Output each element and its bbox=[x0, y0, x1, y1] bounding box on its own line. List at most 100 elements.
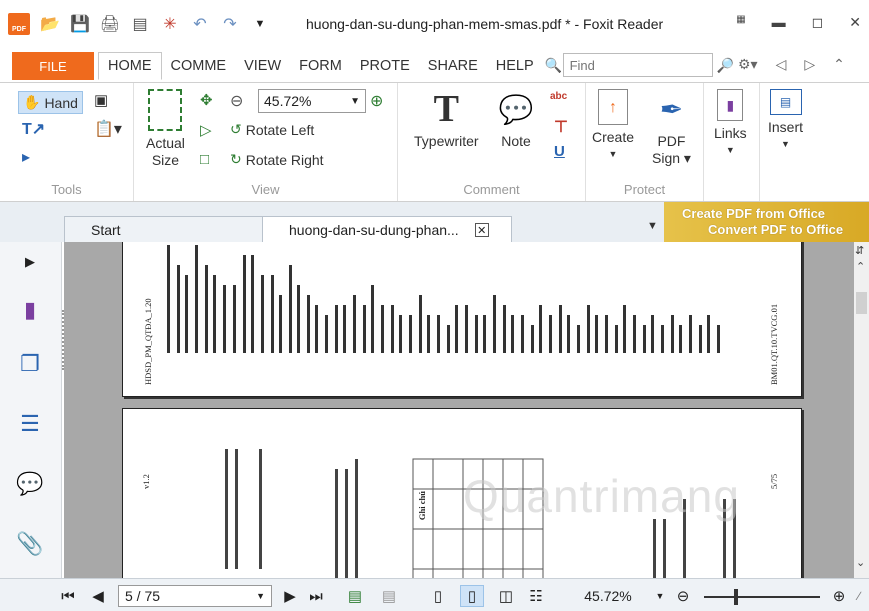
print-icon[interactable]: 🖨 bbox=[100, 14, 120, 34]
spellcheck-button[interactable]: abc bbox=[550, 91, 567, 102]
insert-button[interactable]: ▤ Insert ▼ bbox=[768, 89, 803, 153]
status-zoom-value[interactable]: 45.72% bbox=[580, 585, 636, 607]
fit-visible-button[interactable]: □ bbox=[200, 151, 209, 168]
next-view-icon[interactable]: ▤ bbox=[378, 585, 400, 607]
zoom-slider-track[interactable] bbox=[704, 596, 820, 598]
close-icon[interactable]: ✕ bbox=[849, 14, 861, 31]
fit-page-button[interactable]: ✥ bbox=[200, 91, 213, 109]
fit-width-icon: ▷ bbox=[200, 122, 212, 139]
scroll-up-icon[interactable]: ⌃ bbox=[856, 260, 865, 273]
create-button[interactable]: ↑ Create ▼ bbox=[592, 89, 634, 163]
typewriter-label: Typewriter bbox=[414, 133, 479, 149]
zoom-menu-icon[interactable]: ▼ bbox=[654, 585, 666, 607]
underline-button[interactable]: U bbox=[554, 143, 565, 160]
layers-icon[interactable]: ☰ bbox=[14, 408, 46, 440]
zoom-select[interactable]: 45.72% ▼ bbox=[258, 89, 366, 113]
tab-list-dropdown-icon[interactable]: ▼ bbox=[647, 220, 658, 232]
rotate-left-button[interactable]: ↺ Rotate Left bbox=[230, 121, 314, 138]
rotate-right-button[interactable]: ↻ Rotate Right bbox=[230, 151, 324, 168]
settings-gear-icon[interactable]: ⚙▾ bbox=[738, 56, 758, 73]
tab-comment[interactable]: COMME bbox=[162, 52, 236, 80]
comment-group-label: Comment bbox=[463, 182, 520, 197]
spellcheck-icon: abc bbox=[550, 91, 568, 102]
scrollbar-thumb[interactable] bbox=[856, 292, 867, 314]
page-number-field[interactable]: 5 / 75 ▼ bbox=[118, 585, 272, 607]
strikeout-button[interactable]: ⊤ bbox=[554, 117, 568, 137]
collapse-ribbon-icon[interactable]: ⌃ bbox=[833, 56, 845, 73]
minimize-icon[interactable]: ▬ bbox=[772, 14, 786, 31]
attachments-icon[interactable]: 📎 bbox=[14, 528, 46, 560]
layout-icon[interactable]: ▦ bbox=[736, 14, 745, 31]
note-icon: 💬 bbox=[498, 93, 534, 125]
undo-icon[interactable]: ↶ bbox=[190, 14, 210, 34]
tab-home[interactable]: HOME bbox=[98, 52, 162, 80]
tools-group: ✋ Hand ▣ T↗ 📋▾ ▸ Tools bbox=[0, 83, 134, 201]
select-annotation-button[interactable]: ▸ bbox=[22, 147, 30, 167]
promo-banner[interactable]: Create PDF from Office Convert PDF to Of… bbox=[664, 202, 869, 242]
tab-share[interactable]: SHARE bbox=[419, 52, 487, 80]
find-input[interactable] bbox=[562, 53, 713, 77]
hand-tool-button[interactable]: ✋ Hand bbox=[18, 91, 83, 114]
search-icon[interactable]: 🔎 bbox=[717, 57, 734, 74]
actual-size-button[interactable]: Actual Size bbox=[146, 89, 185, 169]
links-button[interactable]: ▮ Links ▼ bbox=[714, 89, 747, 159]
facing-page-icon[interactable]: ◫ bbox=[496, 585, 516, 607]
open-folder-icon[interactable]: 📂 bbox=[40, 14, 60, 34]
select-annotation-icon: ▸ bbox=[22, 149, 31, 166]
links-group: ▮ Links ▼ bbox=[704, 83, 760, 201]
find-box: 🔍 🔎 bbox=[544, 52, 734, 78]
select-text-button[interactable]: T↗ bbox=[22, 119, 45, 139]
maximize-icon[interactable]: ◻ bbox=[812, 14, 824, 31]
properties-icon[interactable]: ▤ bbox=[130, 14, 150, 34]
tab-active-label: huong-dan-su-dung-phan... bbox=[289, 222, 459, 238]
typewriter-button[interactable]: T Typewriter bbox=[414, 89, 479, 150]
pdf-sign-button[interactable]: ✒ PDF Sign ▾ bbox=[652, 89, 691, 167]
document-view[interactable]: HDSD_PM_QTĐA_1.20 BM01.QT.10.TVCG.01 v1.… bbox=[64, 242, 854, 578]
window-controls: ▦ ▬ ◻ ✕ bbox=[736, 14, 861, 31]
close-tab-icon[interactable]: ✕ bbox=[474, 223, 489, 237]
first-page-icon[interactable]: ⏮ bbox=[58, 585, 78, 607]
pdf-sign-label-2-wrap: Sign ▾ bbox=[652, 150, 691, 166]
bookmark-icon[interactable]: ▮ bbox=[14, 294, 46, 326]
tab-start[interactable]: Start bbox=[64, 216, 264, 243]
note-button[interactable]: 💬 Note bbox=[498, 89, 534, 150]
vertical-scrollbar[interactable]: ⇵ ⌃ ⌄ bbox=[854, 242, 869, 578]
rotate-right-label: Rotate Right bbox=[245, 151, 324, 168]
scroll-down-icon[interactable]: ⌄ bbox=[856, 556, 865, 569]
new-file-icon[interactable]: ✳ bbox=[160, 14, 180, 34]
zoom-out-button[interactable]: ⊖ bbox=[230, 91, 243, 111]
expand-panel-icon[interactable]: ▶ bbox=[14, 246, 46, 278]
zoom-out-status-icon[interactable]: ⊖ bbox=[672, 585, 694, 607]
next-page-icon[interactable]: ▶ bbox=[280, 585, 300, 607]
hand-icon: ✋ bbox=[23, 94, 41, 110]
split-icon[interactable]: ⇵ bbox=[855, 244, 864, 257]
tab-active-document[interactable]: huong-dan-su-dung-phan... ✕ bbox=[262, 216, 512, 243]
tab-protect[interactable]: PROTE bbox=[351, 52, 419, 80]
file-tab[interactable]: FILE bbox=[12, 52, 94, 80]
nav-forward-icon[interactable]: ▷ bbox=[804, 56, 815, 73]
previous-page-icon[interactable]: ◀ bbox=[88, 585, 108, 607]
last-page-icon[interactable]: ⏭ bbox=[306, 585, 326, 607]
fit-width-button[interactable]: ▷ bbox=[200, 121, 212, 139]
tab-help[interactable]: HELP bbox=[487, 52, 543, 80]
find-options-icon[interactable]: 🔍 bbox=[544, 54, 563, 76]
pages-icon[interactable]: ❐ bbox=[14, 348, 46, 380]
snapshot-button[interactable]: ▣ bbox=[94, 91, 108, 109]
continuous-page-icon[interactable]: ▯ bbox=[460, 585, 484, 607]
zoom-slider-thumb[interactable] bbox=[734, 589, 738, 605]
zoom-out-icon: ⊖ bbox=[230, 93, 244, 110]
comments-icon[interactable]: 💬 bbox=[14, 468, 46, 500]
zoom-in-button[interactable]: ⊕ bbox=[370, 91, 383, 111]
tab-view[interactable]: VIEW bbox=[235, 52, 290, 80]
continuous-facing-icon[interactable]: ☷ bbox=[526, 585, 546, 607]
tab-form[interactable]: FORM bbox=[290, 52, 351, 80]
clipboard-button[interactable]: 📋▾ bbox=[94, 119, 122, 139]
redo-icon[interactable]: ↷ bbox=[220, 14, 240, 34]
customize-toolbar-icon[interactable]: ▼ bbox=[250, 14, 270, 34]
zoom-in-status-icon[interactable]: ⊕ bbox=[828, 585, 850, 607]
single-page-icon[interactable]: ▯ bbox=[428, 585, 448, 607]
previous-view-icon[interactable]: ▤ bbox=[344, 585, 366, 607]
save-icon[interactable]: 💾 bbox=[70, 14, 90, 34]
nav-back-icon[interactable]: ◁ bbox=[776, 56, 787, 73]
resize-grip-icon[interactable]: ∕ bbox=[852, 585, 866, 607]
